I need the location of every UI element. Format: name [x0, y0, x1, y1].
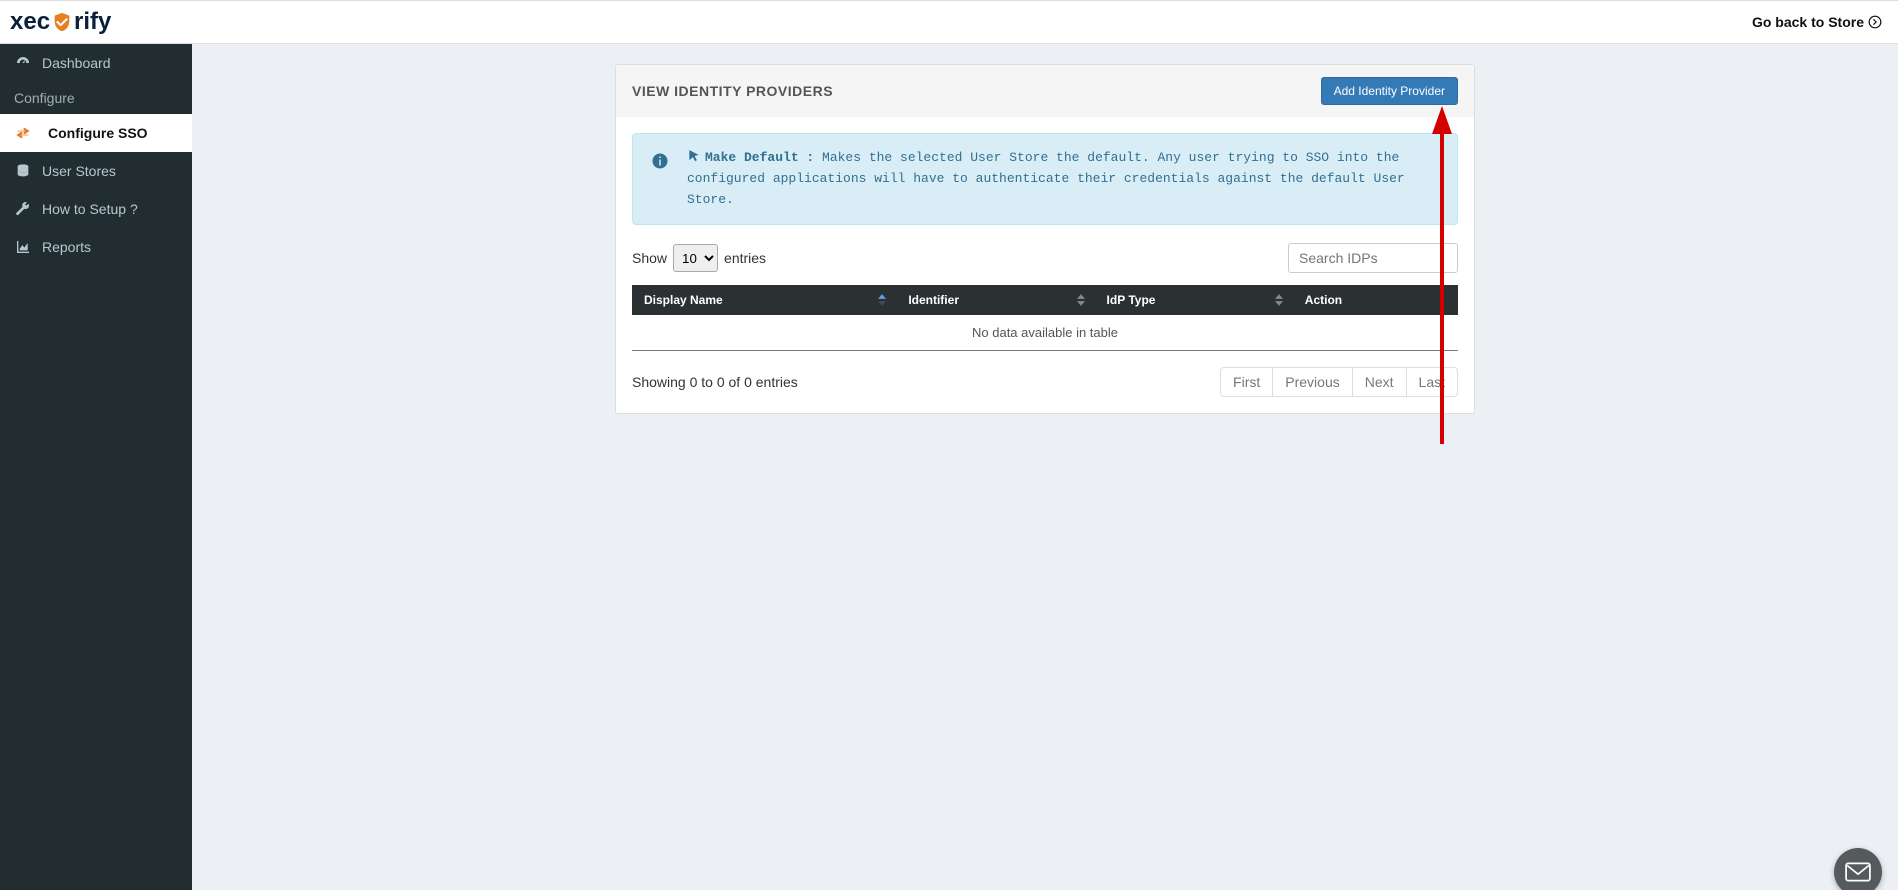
table-empty-row: No data available in table	[632, 315, 1458, 351]
table-empty-text: No data available in table	[632, 315, 1458, 351]
sidebar-item-label: Reports	[42, 239, 91, 255]
add-identity-provider-button[interactable]: Add Identity Provider	[1321, 77, 1458, 105]
sidebar-item-reports[interactable]: Reports	[0, 228, 192, 266]
swap-icon	[14, 124, 32, 142]
sort-desc-icon	[878, 301, 886, 307]
panel-title: VIEW IDENTITY PROVIDERS	[632, 83, 833, 99]
sidebar-item-how-to-setup[interactable]: How to Setup ?	[0, 190, 192, 228]
chat-button[interactable]	[1834, 848, 1882, 890]
dashboard-icon	[14, 54, 32, 72]
sort-asc-icon	[878, 294, 886, 300]
col-action: Action	[1293, 285, 1458, 315]
entries-length: Show 10 entries	[632, 244, 766, 272]
panel-identity-providers: VIEW IDENTITY PROVIDERS Add Identity Pro…	[615, 64, 1475, 414]
logo-text-left: xec	[10, 8, 50, 36]
mail-icon	[1845, 862, 1871, 882]
sidebar-item-label: User Stores	[42, 163, 116, 179]
sidebar-item-label: Configure SSO	[48, 125, 148, 141]
sidebar-item-configure-sso[interactable]: Configure SSO	[0, 114, 192, 152]
info-icon	[651, 152, 669, 170]
sidebar-item-user-stores[interactable]: User Stores	[0, 152, 192, 190]
page-first-button[interactable]: First	[1220, 367, 1273, 397]
pagination: First Previous Next Last	[1220, 367, 1458, 397]
sidebar-item-label: Dashboard	[42, 55, 111, 71]
sort-asc-icon	[1077, 294, 1085, 300]
page-last-button[interactable]: Last	[1406, 367, 1458, 397]
col-display-name[interactable]: Display Name	[632, 285, 896, 315]
alert-lead: Make Default :	[705, 150, 814, 165]
table-info: Showing 0 to 0 of 0 entries	[632, 374, 798, 390]
entries-length-select[interactable]: 10	[673, 244, 718, 272]
sidebar-item-dashboard[interactable]: Dashboard	[0, 44, 192, 82]
panel-body: Make Default : Makes the selected User S…	[616, 117, 1474, 413]
chevron-right-circle-icon	[1868, 15, 1882, 29]
sort-desc-icon	[1275, 301, 1283, 307]
show-suffix: entries	[724, 250, 766, 266]
info-alert: Make Default : Makes the selected User S…	[632, 133, 1458, 225]
col-idp-type[interactable]: IdP Type	[1095, 285, 1293, 315]
page-previous-button[interactable]: Previous	[1272, 367, 1352, 397]
sort-asc-icon	[1275, 294, 1283, 300]
idp-table: Display Name Identifier	[632, 285, 1458, 351]
sidebar-item-label: How to Setup ?	[42, 201, 138, 217]
col-identifier[interactable]: Identifier	[896, 285, 1094, 315]
table-controls: Show 10 entries	[632, 243, 1458, 273]
topbar: xec rify Go back to Store	[0, 0, 1898, 44]
cursor-icon	[687, 149, 701, 163]
logo-text-right: rify	[74, 8, 111, 36]
go-back-link[interactable]: Go back to Store	[1752, 14, 1882, 30]
sidebar-group-configure[interactable]: Configure	[0, 82, 192, 114]
sidebar: Dashboard Configure Configure SSO User S…	[0, 44, 192, 890]
logo: xec rify	[10, 8, 111, 36]
sort-desc-icon	[1077, 301, 1085, 307]
content: VIEW IDENTITY PROVIDERS Add Identity Pro…	[192, 44, 1898, 454]
database-icon	[14, 162, 32, 180]
show-prefix: Show	[632, 250, 667, 266]
shield-icon	[51, 11, 73, 33]
area-chart-icon	[14, 238, 32, 256]
page-next-button[interactable]: Next	[1352, 367, 1407, 397]
go-back-label: Go back to Store	[1752, 14, 1864, 30]
wrench-icon	[14, 200, 32, 218]
sidebar-item-label: Configure	[14, 90, 75, 106]
search-input[interactable]	[1288, 243, 1458, 273]
table-footer: Showing 0 to 0 of 0 entries First Previo…	[632, 367, 1458, 397]
panel-header: VIEW IDENTITY PROVIDERS Add Identity Pro…	[616, 65, 1474, 117]
